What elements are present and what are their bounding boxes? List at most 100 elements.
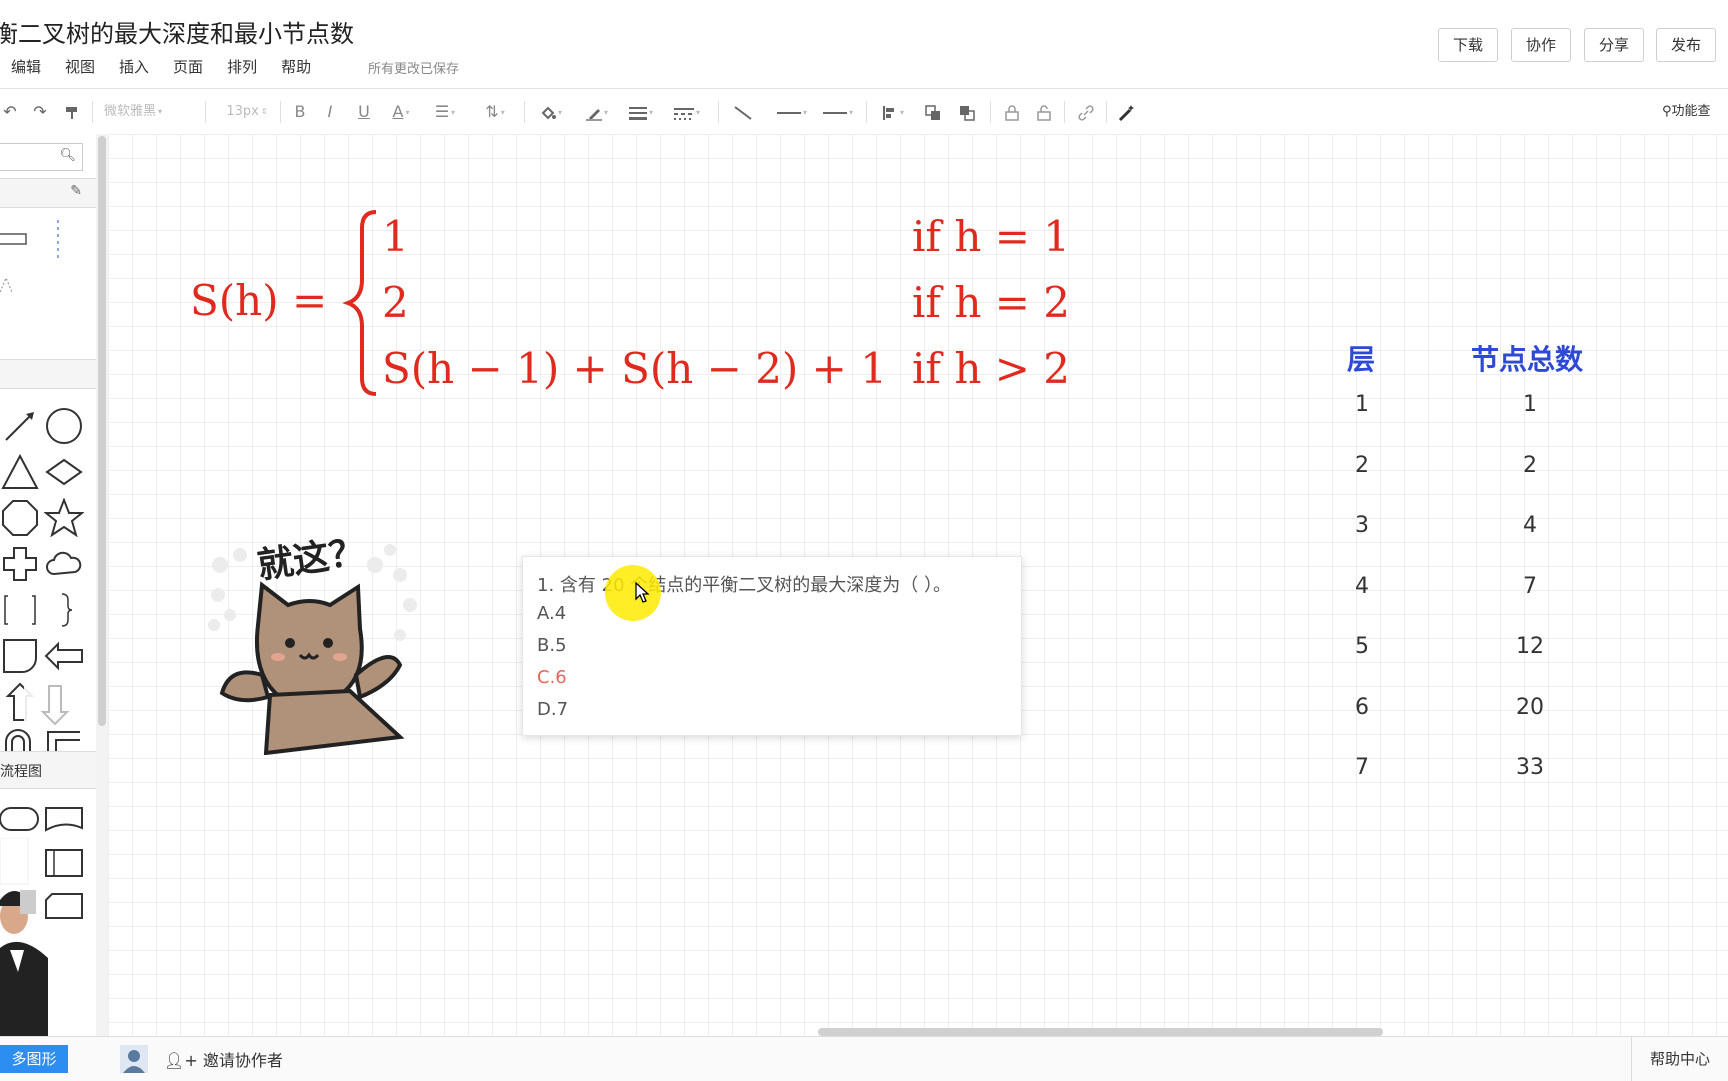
line-start-icon[interactable]: ▾: [772, 89, 812, 134]
line-color-icon[interactable]: ▾: [580, 89, 614, 134]
invite-label: 邀请协作者: [202, 1051, 283, 1070]
table-cell-node-count: 1: [1523, 392, 1537, 417]
flowchart-shapes-grid[interactable]: [0, 798, 96, 958]
menu-page[interactable]: 页面: [173, 56, 203, 77]
table-cell-node-count: 20: [1516, 695, 1544, 720]
shape-library-sidebar: 🔍︎ ✎ 流程图: [0, 134, 97, 1048]
magic-wand-icon[interactable]: [1114, 89, 1140, 134]
cross-shape-icon[interactable]: [0, 544, 40, 584]
connector-straight-icon[interactable]: [730, 89, 756, 134]
redo-icon[interactable]: ↷: [28, 89, 52, 134]
search-icon[interactable]: 🔍︎: [59, 148, 76, 163]
arrow-line-shape-icon[interactable]: [0, 406, 40, 446]
brace-shape-icon[interactable]: [44, 590, 84, 630]
sidebar-section-header[interactable]: ✎: [0, 179, 96, 207]
octagon-shape-icon[interactable]: [0, 498, 40, 538]
table-cell-level: 6: [1355, 695, 1369, 720]
menu-bar: 编辑 视图 插入 页面 排列 帮助: [11, 56, 335, 77]
sidebar-shapes-preview[interactable]: [0, 212, 96, 322]
table-header-level: 层: [1347, 343, 1376, 376]
menu-help[interactable]: 帮助: [281, 56, 311, 77]
table-cell-level: 5: [1355, 634, 1369, 659]
collaborate-button[interactable]: 协作: [1511, 28, 1572, 62]
sticker-text: 就这？: [255, 531, 368, 587]
menu-arrange[interactable]: 排列: [227, 56, 257, 77]
shape-search-input[interactable]: 🔍︎: [0, 143, 83, 171]
help-center-button[interactable]: 帮助中心: [1631, 1037, 1728, 1081]
bring-front-icon[interactable]: [920, 89, 946, 134]
menu-insert[interactable]: 插入: [119, 56, 149, 77]
diamond-shape-icon[interactable]: [44, 452, 84, 492]
rounded-rect-shape-icon[interactable]: [0, 636, 40, 676]
line-end-icon[interactable]: ▾: [818, 89, 858, 134]
table-cell-level: 2: [1355, 453, 1369, 478]
more-shapes-button[interactable]: 多图形: [0, 1045, 68, 1073]
table-cell-node-count: 33: [1516, 755, 1544, 780]
table-cell-node-count: 2: [1523, 453, 1537, 478]
sidebar-scrollbar-thumb[interactable]: [98, 136, 106, 726]
unlock-icon[interactable]: [1032, 89, 1056, 134]
circle-shape-icon[interactable]: [44, 406, 84, 446]
star-shape-icon[interactable]: [44, 498, 84, 538]
mouse-cursor-icon: [635, 582, 650, 603]
send-back-icon[interactable]: [954, 89, 980, 134]
option-b: B.5: [537, 635, 567, 656]
cursor-highlight: [605, 565, 661, 621]
invite-collaborator-button[interactable]: 👤︎+ 邀请协作者: [164, 1047, 283, 1071]
table-cell-level: 1: [1355, 392, 1369, 417]
table-cell-node-count: 7: [1523, 574, 1537, 599]
format-painter-icon[interactable]: [60, 89, 84, 134]
cat-sticker-image[interactable]: 就这？: [200, 525, 430, 755]
link-icon[interactable]: [1074, 89, 1098, 134]
document-title[interactable]: 衡二叉树的最大深度和最小节点数: [0, 14, 354, 49]
sidebar-section-flowchart[interactable]: 流程图: [0, 752, 96, 788]
fill-color-icon[interactable]: ▾: [534, 89, 568, 134]
underline-button[interactable]: U: [354, 89, 374, 134]
align-icon[interactable]: ☰ ▾: [430, 89, 460, 134]
menu-edit[interactable]: 编辑: [11, 56, 41, 77]
font-family-value: 微软雅黑: [104, 104, 157, 119]
table-cell-level: 7: [1355, 755, 1369, 780]
search-icon: ⚲: [1662, 104, 1672, 119]
table-cell-node-count: 12: [1516, 634, 1544, 659]
line-dash-icon[interactable]: ▾: [672, 89, 702, 134]
title-bar: 衡二叉树的最大深度和最小节点数 编辑 视图 插入 页面 排列 帮助 所有更改已保…: [0, 0, 1728, 88]
align-left-icon[interactable]: ▾: [878, 89, 908, 134]
cloud-shape-icon[interactable]: [44, 544, 84, 584]
lock-icon[interactable]: [1000, 89, 1024, 134]
formula-case-2-value: 2: [382, 278, 409, 327]
format-toolbar: ↶ ↷ 微软雅黑 ▾ 13px ⇕ B I U A ▾ ☰ ▾ ⇅ ▾ ▾ ▾ ▾ ▾ ▾…: [0, 88, 1728, 135]
formula-case-3-condition: if h > 2: [912, 344, 1070, 393]
canvas-horizontal-scrollbar[interactable]: [818, 1028, 1383, 1036]
line-width-icon[interactable]: ▾: [626, 89, 656, 134]
font-size-value: 13px: [226, 104, 259, 119]
publish-button[interactable]: 发布: [1656, 28, 1717, 62]
feature-search[interactable]: ⚲功能查: [1662, 89, 1728, 134]
save-status: 所有更改已保存: [368, 62, 460, 77]
question-card[interactable]: 1. 含有 20 个结点的平衡二叉树的最大深度为（ ）。 A.4 B.5 C.6…: [522, 556, 1022, 736]
font-color-letter: A: [392, 102, 404, 121]
edit-icon[interactable]: ✎: [70, 183, 82, 199]
bold-button[interactable]: B: [290, 89, 310, 134]
share-button[interactable]: 分享: [1584, 28, 1645, 62]
italic-button[interactable]: I: [320, 89, 340, 134]
font-size-input[interactable]: 13px ⇕: [222, 89, 272, 134]
arrow-left-shape-icon[interactable]: [44, 636, 84, 676]
download-button[interactable]: 下载: [1438, 28, 1499, 62]
status-bar: 多图形 👤︎+ 邀请协作者 帮助中心: [0, 1036, 1728, 1081]
sidebar-section-basic[interactable]: [0, 360, 96, 388]
add-user-icon: 👤︎+: [164, 1051, 198, 1070]
sidebar-scrollbar[interactable]: [96, 134, 108, 1036]
font-color-button[interactable]: A ▾: [388, 89, 414, 134]
triangle-shape-icon[interactable]: [0, 452, 40, 492]
brackets-shape-icon[interactable]: [0, 590, 40, 630]
avatar[interactable]: [120, 1045, 148, 1073]
question-text: 1. 含有 20 个结点的平衡二叉树的最大深度为（ ）。: [537, 575, 951, 596]
table-cell-level: 4: [1355, 574, 1369, 599]
menu-view[interactable]: 视图: [65, 56, 95, 77]
table-cell-node-count: 4: [1523, 513, 1537, 538]
font-family-select[interactable]: 微软雅黑 ▾: [104, 89, 194, 134]
arrow-down-shape-icon[interactable]: [24, 676, 86, 732]
undo-icon[interactable]: ↶: [0, 89, 20, 134]
line-spacing-icon[interactable]: ⇅ ▾: [480, 89, 510, 134]
